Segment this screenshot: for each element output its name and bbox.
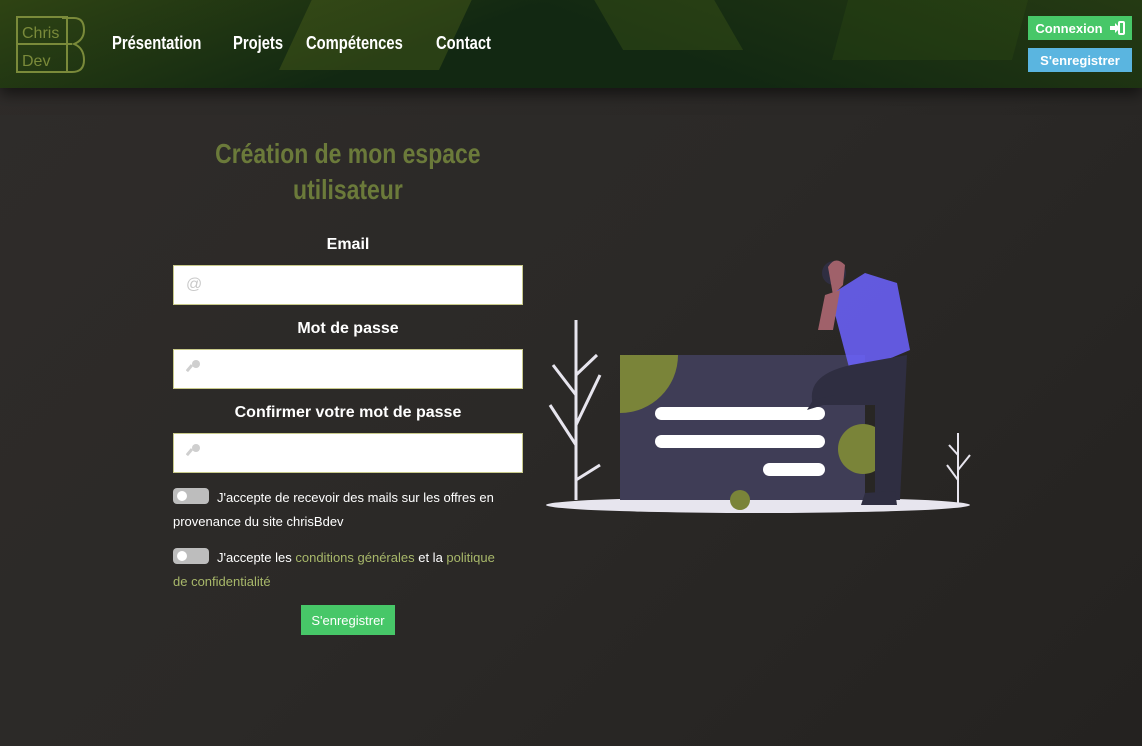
key-icon — [185, 443, 206, 464]
confirm-password-field[interactable] — [206, 437, 522, 469]
sign-in-icon — [1109, 21, 1125, 35]
consent-mail-text: J'accepte de recevoir des mails sur les … — [173, 490, 494, 529]
password-label: Mot de passe — [297, 320, 399, 337]
nav-projets[interactable]: Projets — [233, 33, 283, 54]
nav-competences[interactable]: Compétences — [306, 33, 403, 54]
logo-text-dev: Dev — [22, 53, 50, 70]
email-field-container: @ — [173, 265, 523, 305]
logo-text-chris: Chris — [22, 25, 59, 42]
signup-illustration — [546, 260, 971, 513]
email-label: Email — [326, 236, 370, 253]
key-icon — [185, 359, 206, 380]
page-title-line2: utilisateur — [293, 174, 403, 205]
consent-terms-text: J'accepte les conditions générales et la… — [173, 546, 503, 594]
confirm-password-field-container — [173, 433, 523, 473]
header-decor — [576, 0, 744, 50]
nav-presentation[interactable]: Présentation — [112, 33, 201, 54]
register-submit-button[interactable]: S'enregistrer — [301, 605, 395, 635]
consent-terms-mid: et la — [414, 550, 447, 565]
consent-terms-pre: J'accepte les — [217, 550, 296, 565]
password-field-container — [173, 349, 523, 389]
page-title: Création de mon espace utilisateur — [173, 136, 523, 208]
chrisbdev-logo[interactable]: Chris Dev — [16, 16, 86, 74]
main-nav: Présentation Projets Compétences Contact — [112, 33, 491, 54]
login-button-label: Connexion — [1035, 20, 1103, 36]
email-field[interactable] — [206, 269, 522, 301]
terms-link[interactable]: conditions générales — [295, 550, 414, 565]
at-icon: @ — [186, 276, 203, 293]
login-button[interactable]: Connexion — [1028, 16, 1132, 40]
register-header-button[interactable]: S'enregistrer — [1028, 48, 1132, 72]
header-decor — [831, 0, 1029, 60]
nav-contact[interactable]: Contact — [436, 33, 491, 54]
page-title-line1: Création de mon espace — [215, 138, 481, 169]
confirm-password-label: Confirmer votre mot de passe — [234, 404, 462, 421]
site-header: Chris Dev Présentation Projets Compétenc… — [0, 0, 1142, 88]
password-field[interactable] — [206, 353, 522, 385]
